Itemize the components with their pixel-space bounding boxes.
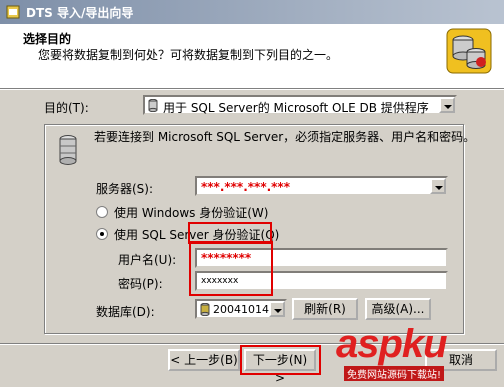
windows-auth-radio[interactable] <box>96 206 108 218</box>
chevron-down-icon[interactable] <box>430 178 446 194</box>
destination-value: 用于 SQL Server的 Microsoft OLE DB 提供程序 <box>163 101 429 115</box>
server-value: ***.***.***.*** <box>201 180 290 194</box>
window-title: DTS 导入/导出向导 <box>26 6 134 20</box>
highlight-credentials <box>189 241 273 296</box>
wizard-header: 选择目的 您要将数据复制到何处？可将数据复制到下列目的之一。 <box>0 24 504 89</box>
database-label: 数据库(D): <box>96 305 155 319</box>
server-select[interactable]: ***.***.***.*** <box>195 176 448 196</box>
database-value: 20041014( <box>213 303 274 316</box>
server-database-icon <box>59 135 77 165</box>
chevron-down-icon[interactable] <box>269 301 285 317</box>
window-titlebar: DTS 导入/导出向导 <box>0 0 504 24</box>
database-icon <box>148 99 158 112</box>
database-select[interactable]: 20041014( <box>195 299 287 319</box>
highlight-next <box>240 345 321 375</box>
dts-app-icon <box>6 5 20 19</box>
back-button[interactable]: < 上一步(B) <box>168 349 240 371</box>
advanced-button[interactable]: 高级(A)... <box>365 298 431 320</box>
refresh-button[interactable]: 刷新(R) <box>292 298 358 320</box>
database-icon <box>200 303 210 316</box>
page-subtitle: 您要将数据复制到何处？可将数据复制到下列目的之一。 <box>38 48 339 62</box>
server-label: 服务器(S): <box>96 182 154 196</box>
page-title: 选择目的 <box>23 32 72 46</box>
sql-auth-radio[interactable] <box>96 228 108 240</box>
username-label: 用户名(U): <box>118 253 177 267</box>
connection-instruction: 若要连接到 Microsoft SQL Server，必须指定服务器、用户名和密… <box>94 130 476 144</box>
chevron-down-icon[interactable] <box>439 97 455 113</box>
highlight-sql-auth <box>188 222 272 244</box>
watermark-logo: aspku <box>336 322 448 366</box>
watermark-subtext: 免费网站源码下载站! <box>344 366 445 381</box>
windows-auth-label[interactable]: 使用 Windows 身份验证(W) <box>114 204 268 221</box>
password-label: 密码(P): <box>118 277 163 291</box>
destination-label: 目的(T): <box>44 101 89 115</box>
database-transfer-icon <box>446 28 492 74</box>
destination-select[interactable]: 用于 SQL Server的 Microsoft OLE DB 提供程序 <box>143 95 457 115</box>
